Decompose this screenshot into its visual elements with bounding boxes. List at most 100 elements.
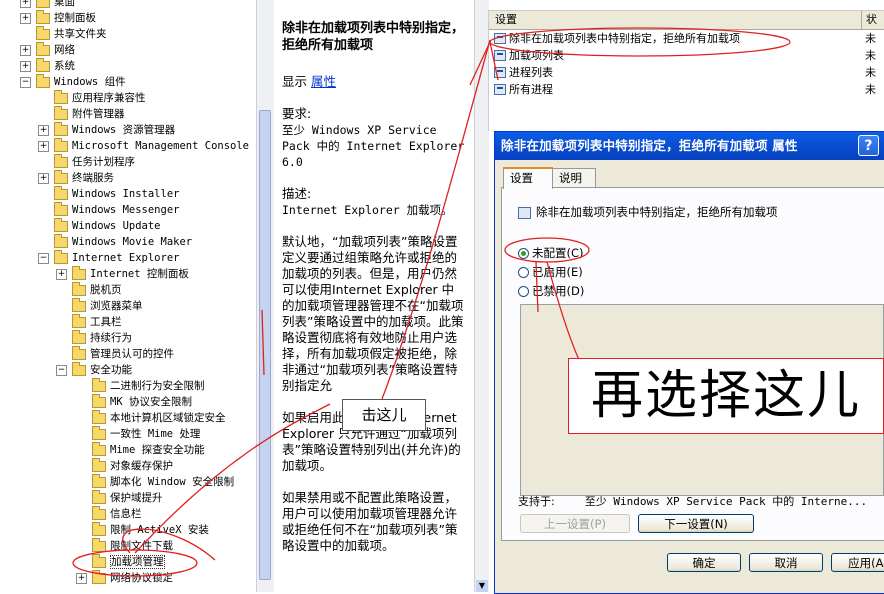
tree-item[interactable]: 脚本化 Window 安全限制 bbox=[76, 473, 235, 490]
expand-icon[interactable]: + bbox=[76, 572, 87, 584]
show-label: 显示 bbox=[282, 74, 308, 89]
tree-item[interactable]: + Internet 控制面板 bbox=[56, 265, 189, 282]
tree-item[interactable]: + 网络协议锁定 bbox=[76, 569, 173, 586]
tree-item[interactable]: − 安全功能 bbox=[56, 361, 132, 378]
settings-list[interactable]: 设置 状 除非在加载项列表中特别指定，拒绝所有加载项未加载项列表未进程列表未所有… bbox=[488, 10, 884, 131]
radio-enabled-label: 已启用(E) bbox=[532, 265, 583, 279]
tree-item[interactable]: Mime 探查安全功能 bbox=[76, 441, 205, 458]
tree-item-label: 工具栏 bbox=[90, 316, 122, 328]
folder-icon bbox=[72, 345, 86, 360]
tree-item-label: 脚本化 Window 安全限制 bbox=[110, 476, 235, 488]
tree-item-label: Windows 组件 bbox=[54, 76, 126, 88]
tree-item[interactable]: 信息栏 bbox=[76, 505, 142, 522]
collapse-icon[interactable]: − bbox=[56, 364, 67, 376]
ok-button[interactable]: 确定 bbox=[667, 553, 741, 572]
tree-item[interactable]: 浏览器菜单 bbox=[56, 297, 143, 314]
description-title: 除非在加载项列表中特别指定，拒绝所有加载项 bbox=[282, 21, 465, 53]
tree-item[interactable]: 应用程序兼容性 bbox=[38, 89, 146, 106]
policy-tree[interactable]: + 桌面 + 控制面板 共享文件夹 + 网络 + 系统 − Windows 组件 应用程序兼容性 附件管… bbox=[0, 0, 257, 592]
tree-item-label: 网络 bbox=[54, 44, 75, 56]
tree-scrollbar[interactable] bbox=[256, 0, 274, 592]
radio-disabled-dot[interactable] bbox=[518, 286, 529, 297]
tree-item[interactable]: MK 协议安全限制 bbox=[76, 393, 192, 410]
tree-item[interactable]: + 控制面板 bbox=[20, 9, 96, 26]
radio-enabled[interactable]: 已启用(E) bbox=[518, 263, 583, 281]
tree-item[interactable]: + 系统 bbox=[20, 57, 75, 74]
tree-item-label: Internet 控制面板 bbox=[90, 268, 189, 280]
list-item[interactable]: 加载项列表 未 bbox=[489, 47, 884, 64]
apply-button[interactable]: 应用(A) bbox=[831, 553, 884, 572]
list-item-state: 未 bbox=[865, 49, 876, 62]
annotation-click-here: 击这儿 bbox=[342, 399, 426, 431]
supported-label: 支持于: bbox=[518, 495, 555, 508]
help-button[interactable]: ? bbox=[858, 135, 879, 156]
folder-icon bbox=[72, 297, 86, 312]
tree-item[interactable]: 限制文件下载 bbox=[76, 537, 173, 554]
description-scrollbar[interactable]: ▼ bbox=[474, 0, 489, 592]
tree-item[interactable]: 工具栏 bbox=[56, 313, 122, 330]
tree-item-label: Windows Movie Maker bbox=[72, 236, 193, 248]
expand-icon[interactable]: + bbox=[38, 140, 49, 152]
tree-item[interactable]: 持续行为 bbox=[56, 329, 132, 346]
tree-item[interactable]: 一致性 Mime 处理 bbox=[76, 425, 200, 442]
tree-item[interactable]: 限制 ActiveX 安装 bbox=[76, 521, 209, 538]
list-item[interactable]: 进程列表 未 bbox=[489, 64, 884, 81]
tree-item[interactable]: 加载项管理 bbox=[76, 553, 165, 570]
expand-icon[interactable]: + bbox=[38, 124, 49, 136]
radio-enabled-dot[interactable] bbox=[518, 267, 529, 278]
tree-item[interactable]: Windows Movie Maker bbox=[38, 233, 193, 250]
scroll-down-arrow-icon[interactable]: ▼ bbox=[476, 580, 488, 592]
tab-explain[interactable]: 说明 bbox=[552, 168, 596, 188]
column-setting[interactable]: 设置 bbox=[495, 11, 517, 29]
tree-item-label: 桌面 bbox=[54, 0, 75, 8]
tree-item[interactable]: 任务计划程序 bbox=[38, 153, 135, 170]
tree-item[interactable]: Windows Installer bbox=[38, 185, 179, 202]
tree-item[interactable]: 本地计算机区域锁定安全 bbox=[76, 409, 226, 426]
tree-item[interactable]: 二进制行为安全限制 bbox=[76, 377, 205, 394]
tree-item[interactable]: − Windows 组件 bbox=[20, 73, 126, 90]
tree-item[interactable]: + 终端服务 bbox=[38, 169, 114, 186]
tree-item[interactable]: 对象缓存保护 bbox=[76, 457, 173, 474]
tree-item[interactable]: 脱机页 bbox=[56, 281, 122, 298]
expand-icon[interactable]: + bbox=[20, 0, 31, 8]
expand-icon[interactable]: + bbox=[20, 12, 31, 24]
description-pane: 除非在加载项列表中特别指定，拒绝所有加载项 显示 属性 要求: 至少 Windo… bbox=[274, 0, 474, 592]
radio-not-configured-dot[interactable] bbox=[518, 248, 529, 259]
tree-item-label: Microsoft Management Console bbox=[72, 140, 250, 152]
expand-icon[interactable]: + bbox=[20, 60, 31, 72]
tree-item-label: 脱机页 bbox=[90, 284, 122, 296]
disabled-text: 如果禁用或不配置此策略设置，用户可以使用加载项管理器允许或拒绝任何不在“加载项列… bbox=[282, 490, 458, 553]
tree-item[interactable]: 保护域提升 bbox=[76, 489, 163, 506]
tree-item[interactable]: + 网络 bbox=[20, 41, 75, 58]
tree-item-label: 任务计划程序 bbox=[72, 156, 135, 168]
tree-item[interactable]: 共享文件夹 bbox=[20, 25, 107, 42]
folder-icon bbox=[92, 521, 106, 536]
list-item[interactable]: 所有进程 未 bbox=[489, 81, 884, 98]
tree-item[interactable]: 管理员认可的控件 bbox=[56, 345, 174, 362]
radio-not-configured[interactable]: 未配置(C) bbox=[518, 244, 584, 262]
next-setting-button[interactable]: 下一设置(N) bbox=[638, 514, 754, 533]
tree-item[interactable]: + 桌面 bbox=[20, 0, 75, 10]
tree-item[interactable]: − Internet Explorer bbox=[38, 249, 179, 266]
collapse-icon[interactable]: − bbox=[20, 76, 31, 88]
tree-scrollbar-thumb[interactable] bbox=[259, 110, 271, 580]
tree-item[interactable]: 附件管理器 bbox=[38, 105, 125, 122]
collapse-icon[interactable]: − bbox=[38, 252, 49, 264]
radio-disabled[interactable]: 已禁用(D) bbox=[518, 282, 584, 300]
dialog-titlebar[interactable]: 除非在加载项列表中特别指定，拒绝所有加载项 属性 ? bbox=[495, 132, 884, 160]
tab-settings[interactable]: 设置 bbox=[503, 167, 553, 189]
tree-item[interactable]: + Microsoft Management Console bbox=[38, 137, 250, 154]
folder-icon bbox=[92, 537, 106, 552]
expand-icon[interactable]: + bbox=[20, 44, 31, 56]
list-item[interactable]: 除非在加载项列表中特别指定，拒绝所有加载项 未 bbox=[489, 30, 884, 47]
cancel-button[interactable]: 取消 bbox=[749, 553, 823, 572]
tree-item[interactable]: Windows Update bbox=[38, 217, 161, 234]
previous-setting-button[interactable]: 上一设置(P) bbox=[520, 514, 630, 533]
expand-icon[interactable]: + bbox=[56, 268, 67, 280]
tree-item[interactable]: + Windows 资源管理器 bbox=[38, 121, 175, 138]
column-state[interactable]: 状 bbox=[861, 11, 877, 29]
properties-link[interactable]: 属性 bbox=[311, 74, 336, 89]
folder-icon bbox=[54, 169, 68, 184]
expand-icon[interactable]: + bbox=[38, 172, 49, 184]
tree-item[interactable]: Windows Messenger bbox=[38, 201, 179, 218]
